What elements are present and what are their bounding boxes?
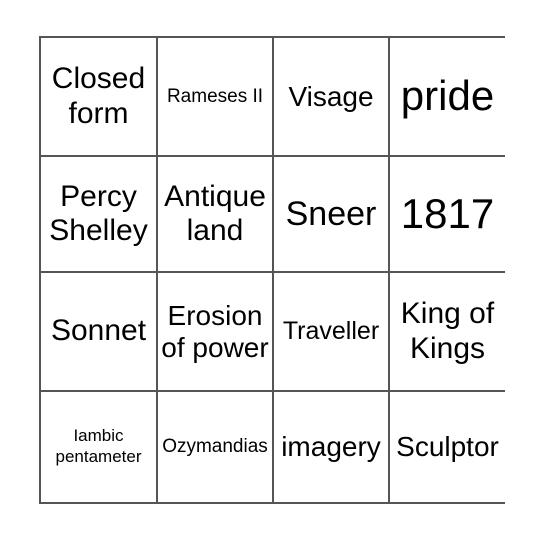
- bingo-cell-r1c3[interactable]: Visage: [274, 38, 390, 157]
- bingo-cell-label: Closed form: [51, 62, 146, 130]
- bingo-cell-r2c1[interactable]: Percy Shelley: [41, 157, 158, 273]
- bingo-cell-label: imagery: [281, 431, 381, 463]
- bingo-cell-label: Sculptor: [396, 431, 499, 463]
- bingo-cell-label: Erosion of power: [161, 299, 269, 363]
- bingo-cell-r3c1[interactable]: Sonnet: [41, 273, 158, 392]
- bingo-cell-r2c4[interactable]: 1817: [390, 157, 505, 273]
- bingo-cell-label: Iambic pentameter: [55, 426, 142, 466]
- bingo-cell-r3c3[interactable]: Traveller: [274, 273, 390, 392]
- bingo-cell-r4c2[interactable]: Ozymandias: [158, 392, 274, 502]
- bingo-cell-r4c3[interactable]: imagery: [274, 392, 390, 502]
- bingo-cell-label: King of Kings: [400, 297, 495, 365]
- bingo-card: Closed form Rameses II Visage pride Percy Sh…: [39, 36, 505, 504]
- bingo-cell-label: Antique land: [164, 179, 266, 247]
- bingo-cell-label: Percy Shelley: [49, 179, 148, 247]
- bingo-cell-r2c2[interactable]: Antique land: [158, 157, 274, 273]
- bingo-cell-r4c1[interactable]: Iambic pentameter: [41, 392, 158, 502]
- bingo-cell-label: Traveller: [282, 317, 380, 345]
- bingo-cell-r4c4[interactable]: Sculptor: [390, 392, 505, 502]
- bingo-cell-label: 1817: [400, 189, 495, 237]
- bingo-cell-label: pride: [400, 72, 495, 120]
- bingo-cell-r1c1[interactable]: Closed form: [41, 38, 158, 157]
- bingo-cell-label: Sonnet: [50, 314, 147, 348]
- bingo-cell-label: Visage: [288, 80, 374, 112]
- bingo-cell-r3c2[interactable]: Erosion of power: [158, 273, 274, 392]
- bingo-cell-r1c2[interactable]: Rameses II: [158, 38, 274, 157]
- bingo-cell-r1c4[interactable]: pride: [390, 38, 505, 157]
- bingo-cell-label: Ozymandias: [162, 436, 268, 458]
- bingo-cell-r3c4[interactable]: King of Kings: [390, 273, 505, 392]
- bingo-cell-label: Rameses II: [166, 85, 264, 107]
- bingo-cell-label: Sneer: [285, 194, 377, 233]
- bingo-cell-r2c3[interactable]: Sneer: [274, 157, 390, 273]
